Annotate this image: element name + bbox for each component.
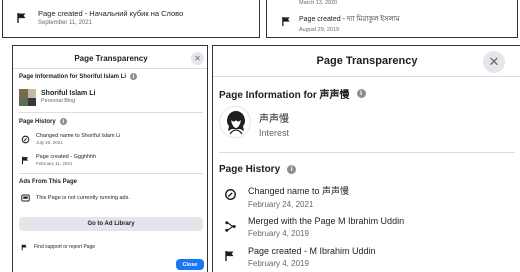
flag-icon: [223, 249, 237, 263]
history-entry: Page created - M Ibrahim Uddin February …: [223, 246, 376, 268]
flag-icon: [279, 14, 293, 28]
history-entry-title: Merged with the Page M Ibrahim Uddin: [248, 216, 405, 226]
info-icon[interactable]: i: [59, 118, 67, 125]
flag-icon: [20, 243, 28, 251]
history-entry-date: March 13, 2020: [299, 0, 338, 6]
history-snippet-top-right: March 13, 2020 Page created - দ্যা মিরাক…: [266, 0, 518, 38]
name-change-icon: [20, 134, 30, 144]
history-entry-date: February 11, 2021: [36, 161, 73, 166]
divider: [19, 112, 203, 113]
history-entry-date: July 20, 2021: [36, 140, 63, 145]
history-entry-title: Page created - দ্যা মিরাকুল ইসলাম: [299, 16, 400, 23]
history-entry-title: Changed name to 声声慢: [248, 186, 350, 196]
find-support-link[interactable]: Find support or report Page: [34, 244, 95, 250]
history-entry-date: September 11, 2021: [38, 20, 92, 26]
divider: [19, 173, 203, 174]
close-button[interactable]: Close: [176, 259, 204, 270]
avatar[interactable]: [19, 89, 36, 106]
page-category: Personal Blog: [41, 98, 76, 104]
divider: [219, 152, 515, 153]
history-entry: Merged with the Page M Ibrahim Uddin Feb…: [223, 216, 404, 238]
history-entry-title: Changed name to Shoriful Islam Li: [36, 133, 121, 139]
page-name[interactable]: 声声慢: [259, 110, 289, 125]
history-entry-date: February 4, 2019: [248, 229, 309, 238]
section-heading: Page Information for 声声慢: [219, 90, 350, 101]
close-icon[interactable]: ✕: [483, 51, 505, 73]
history-snippet-top-left: Page created - Начальний кубик на Слово …: [2, 0, 260, 38]
section-heading: Page Information for Shoriful Islam Li: [19, 73, 127, 80]
history-entry-date: February 4, 2019: [248, 259, 309, 268]
section-heading: Page History: [19, 118, 56, 125]
name-change-icon: [223, 187, 237, 201]
divider: [213, 76, 520, 77]
history-entry-date: February 24, 2021: [248, 200, 314, 209]
page-name[interactable]: Shoriful Islam Li: [41, 90, 95, 97]
history-entry-title: Page created - Ggghhhh: [36, 154, 97, 160]
history-entry: Page created - দ্যা মিরাকুল ইসলাম August…: [279, 13, 400, 33]
dialog-title: Page Transparency: [74, 54, 148, 63]
divider: [13, 68, 207, 69]
history-entry-date: August 29, 2019: [299, 27, 340, 33]
history-entry-title: Page created - M Ibrahim Uddin: [248, 246, 376, 256]
history-entry: Changed name to 声声慢 February 24, 2021: [223, 184, 349, 209]
info-icon[interactable]: i: [130, 73, 138, 80]
flag-icon: [20, 155, 30, 165]
history-entry: Page created - Начальний кубик на Слово …: [15, 9, 183, 26]
section-heading: Ads From This Page: [19, 179, 78, 185]
info-icon[interactable]: i: [287, 165, 297, 174]
section-heading: Page History: [219, 164, 281, 175]
history-entry: Changed name to Shoriful Islam Li July 2…: [20, 133, 120, 145]
history-entry-title: Page created - Начальний кубик на Слово: [38, 9, 184, 18]
close-icon[interactable]: ✕: [191, 52, 204, 65]
ads-status: This Page is not currently running ads.: [36, 195, 130, 201]
go-to-ad-library-button[interactable]: Go to Ad Library: [19, 217, 203, 231]
avatar[interactable]: [219, 106, 251, 138]
info-icon[interactable]: i: [356, 89, 366, 98]
dialog-title: Page Transparency: [316, 55, 418, 67]
page-category: Interest: [259, 128, 290, 138]
merge-icon: [223, 219, 237, 233]
flag-icon: [15, 11, 29, 25]
ads-icon: [20, 193, 30, 203]
page-transparency-dialog-right: Page Transparency ✕ Page Information for…: [212, 45, 520, 272]
history-entry: Page created - Ggghhhh February 11, 2021: [20, 154, 96, 166]
page-transparency-dialog-left: Page Transparency ✕ Page Information for…: [12, 45, 208, 272]
